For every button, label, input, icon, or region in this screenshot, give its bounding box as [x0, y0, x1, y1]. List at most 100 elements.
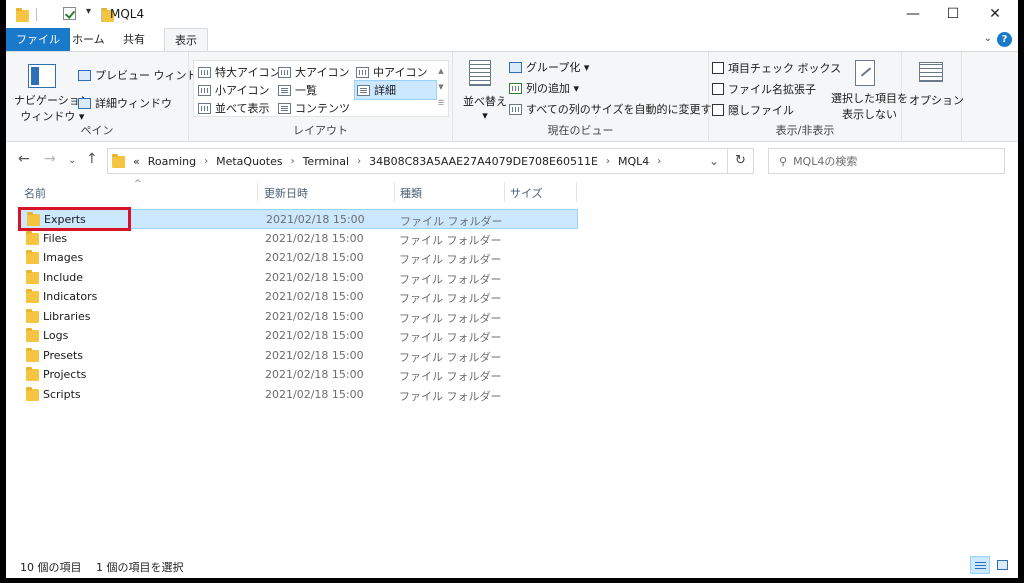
item-checkboxes-toggle[interactable]: 項目チェック ボックス: [712, 60, 841, 76]
help-icon[interactable]: ?: [997, 32, 1012, 47]
layout-details[interactable]: 詳細: [354, 80, 437, 100]
sort-by-button[interactable]: 並べ替え ▾: [463, 93, 507, 122]
table-row[interactable]: Files 2021/02/18 15:00 ファイル フォルダー: [18, 229, 578, 249]
column-divider[interactable]: [504, 182, 505, 202]
table-row[interactable]: Indicators 2021/02/18 15:00 ファイル フォルダー: [18, 287, 578, 307]
layout-medium-icons[interactable]: 中アイコン: [356, 64, 427, 80]
file-date: 2021/02/18 15:00: [265, 290, 364, 303]
layout-content[interactable]: コンテンツ: [278, 100, 350, 116]
file-name: Experts: [44, 213, 86, 226]
table-row[interactable]: Experts 2021/02/18 15:00 ファイル フォルダー: [18, 209, 578, 229]
checkbox[interactable]: [712, 83, 724, 95]
column-header-type[interactable]: 種類: [400, 185, 422, 201]
file-date: 2021/02/18 15:00: [265, 387, 364, 401]
address-bar[interactable]: « Roaming › MetaQuotes › Terminal › 34B0…: [107, 148, 728, 174]
tab-view[interactable]: 表示: [164, 28, 208, 52]
chevron-up-icon[interactable]: ▲: [436, 63, 446, 79]
table-row[interactable]: Libraries 2021/02/18 15:00 ファイル フォルダー: [18, 307, 578, 327]
layout-small-icons[interactable]: 小アイコン: [198, 82, 269, 98]
size-columns-icon: [509, 103, 522, 115]
pane-group: ナビゲーション ウィンドウ ▾ プレビュー ウィンドウ 詳細ウィンドウ ペイン: [6, 52, 209, 142]
chevron-right-icon[interactable]: ›: [204, 156, 208, 167]
breadcrumb-mql4[interactable]: MQL4: [618, 155, 649, 168]
column-divider[interactable]: [257, 182, 258, 202]
large-icons-view-icon: [997, 560, 1008, 570]
layout-scroll[interactable]: ▲ ▼ ☰: [436, 63, 446, 111]
file-name: Files: [43, 231, 68, 245]
layout-tiles[interactable]: 並べて表示: [198, 100, 270, 116]
file-type: ファイル フォルダー: [400, 215, 503, 228]
file-extensions-toggle[interactable]: ファイル名拡張子: [712, 81, 816, 97]
table-row[interactable]: Presets 2021/02/18 15:00 ファイル フォルダー: [18, 346, 578, 366]
table-row[interactable]: Scripts 2021/02/18 15:00 ファイル フォルダー: [18, 385, 578, 405]
divider: [101, 8, 102, 21]
details-pane-button[interactable]: 詳細ウィンドウ: [78, 95, 172, 111]
navigation-pane-icon[interactable]: [28, 64, 56, 88]
customize-toolbar-icon[interactable]: ▾: [86, 6, 91, 17]
layout-label: 並べて表示: [215, 102, 270, 115]
column-divider[interactable]: [394, 182, 395, 202]
chevron-down-icon[interactable]: ▼: [436, 79, 446, 95]
folder-icon: [26, 289, 39, 303]
group-by-button[interactable]: グループ化 ▾: [509, 59, 589, 75]
medium-icons-icon: [356, 66, 369, 78]
chevron-right-icon[interactable]: ›: [291, 156, 295, 167]
file-date: 2021/02/18 15:00: [265, 231, 364, 245]
large-icons-view-button[interactable]: [992, 556, 1012, 574]
breadcrumb-terminal-id[interactable]: 34B08C83A5AAE27A4079DE708E60511E: [369, 155, 598, 168]
tab-home[interactable]: ホーム: [62, 28, 115, 51]
file-date: 2021/02/18 15:00: [266, 213, 365, 226]
layout-list[interactable]: 一覧: [278, 82, 317, 98]
layout-extra-large-icons[interactable]: 特大アイコン: [198, 64, 280, 80]
checkbox[interactable]: [712, 62, 724, 74]
column-header-name[interactable]: 名前: [24, 185, 46, 201]
chevron-right-icon[interactable]: ›: [606, 156, 610, 167]
group-label: 現在のビュー: [547, 124, 614, 137]
expand-icon[interactable]: ☰: [436, 95, 446, 111]
chevron-right-icon[interactable]: ›: [357, 156, 361, 167]
chevron-down-icon[interactable]: ⌄: [984, 33, 992, 44]
sort-by-icon[interactable]: [469, 60, 491, 86]
table-row[interactable]: Images 2021/02/18 15:00 ファイル フォルダー: [18, 248, 578, 268]
table-row[interactable]: Include 2021/02/18 15:00 ファイル フォルダー: [18, 268, 578, 288]
options-button[interactable]: オプション: [909, 92, 964, 108]
tab-file[interactable]: ファイル: [6, 28, 70, 51]
column-header-size[interactable]: サイズ: [510, 185, 543, 201]
back-arrow-icon[interactable]: ←: [18, 151, 30, 167]
details-icon: [357, 84, 370, 96]
hide-selected-icon[interactable]: [855, 60, 875, 86]
forward-arrow-icon[interactable]: →: [44, 151, 56, 167]
add-columns-button[interactable]: 列の追加 ▾: [509, 80, 579, 96]
table-row[interactable]: Logs 2021/02/18 15:00 ファイル フォルダー: [18, 326, 578, 346]
options-icon[interactable]: [919, 62, 943, 82]
breadcrumb-terminal[interactable]: Terminal: [303, 155, 350, 168]
details-view-icon: [975, 561, 986, 569]
folder-icon: [26, 269, 39, 284]
size-all-columns-button[interactable]: すべての列のサイズを自動的に変更する: [509, 101, 722, 117]
breadcrumb-overflow[interactable]: «: [133, 155, 140, 168]
close-button[interactable]: ✕: [972, 0, 1018, 28]
checkbox[interactable]: [712, 104, 724, 116]
chevron-down-icon[interactable]: ⌄: [709, 154, 719, 168]
column-divider[interactable]: [576, 182, 577, 202]
current-view-group: 並べ替え ▾ グループ化 ▾ 列の追加 ▾ すべての列のサイズを自動的に変更する…: [453, 52, 722, 142]
hide-selected-button[interactable]: 選択した項目を 表示しない: [831, 90, 908, 122]
maximize-button[interactable]: ☐: [930, 0, 976, 28]
content-icon: [278, 102, 291, 114]
properties-icon[interactable]: [62, 7, 76, 20]
hidden-items-toggle[interactable]: 隠しファイル: [712, 102, 794, 118]
breadcrumb-metaquotes[interactable]: MetaQuotes: [216, 155, 282, 168]
table-row[interactable]: Projects 2021/02/18 15:00 ファイル フォルダー: [18, 365, 578, 385]
refresh-button[interactable]: ↻: [728, 148, 754, 174]
up-arrow-icon[interactable]: ↑: [86, 151, 98, 167]
file-type: ファイル フォルダー: [399, 272, 502, 286]
chevron-down-icon[interactable]: ⌄: [68, 155, 76, 166]
breadcrumb-roaming[interactable]: Roaming: [148, 155, 196, 168]
tab-share[interactable]: 共有: [113, 28, 155, 51]
layout-large-icons[interactable]: 大アイコン: [278, 64, 349, 80]
search-input[interactable]: ⚲ MQL4の検索: [768, 148, 1005, 174]
large-icons-icon: [278, 66, 291, 78]
column-header-date[interactable]: 更新日時: [264, 185, 308, 201]
details-view-button[interactable]: [970, 556, 990, 574]
chevron-right-icon[interactable]: ›: [657, 156, 661, 167]
